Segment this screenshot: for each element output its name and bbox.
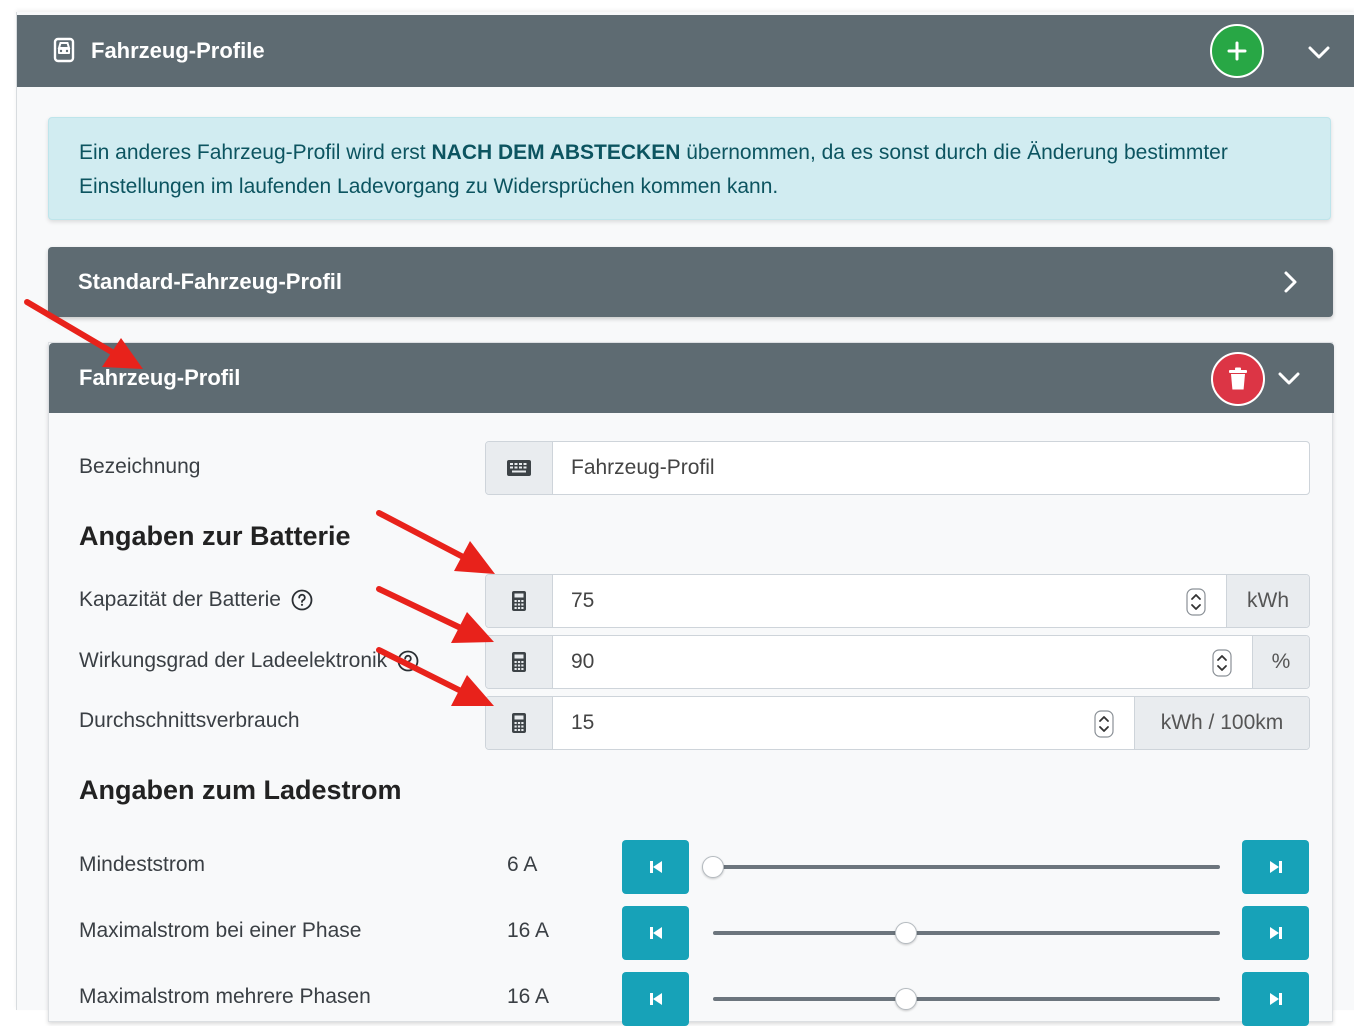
slider-value: 6 A: [507, 853, 538, 876]
slider-track[interactable]: [713, 931, 1220, 935]
step-backward-button[interactable]: [622, 906, 689, 960]
standard-profile-header[interactable]: Standard-Fahrzeug-Profil: [48, 247, 1333, 317]
keyboard-icon: [486, 442, 553, 494]
profile-change-alert: Ein anderes Fahrzeug-Profil wird erst NA…: [48, 117, 1331, 220]
capacity-unit: kWh: [1226, 575, 1309, 627]
calculator-icon: [486, 697, 553, 749]
vehicle-profiles-title: Fahrzeug-Profile: [91, 38, 265, 63]
name-input-group: Fahrzeug-Profil: [485, 441, 1310, 495]
help-icon[interactable]: [397, 650, 419, 672]
slider-value: 16 A: [507, 919, 550, 942]
efficiency-value: 90: [571, 650, 595, 673]
efficiency-label: Wirkungsgrad der Ladeelektronik: [79, 649, 419, 673]
efficiency-input-group: 90 %: [485, 635, 1310, 689]
step-forward-button[interactable]: [1242, 972, 1309, 1026]
chevron-down-icon[interactable]: [1305, 38, 1333, 66]
car-icon: [53, 37, 75, 63]
step-backward-icon: [649, 927, 662, 939]
step-backward-icon: [649, 861, 662, 873]
step-backward-icon: [649, 993, 662, 1005]
capacity-input-group: 75 kWh: [485, 574, 1310, 628]
step-forward-button[interactable]: [1242, 840, 1309, 894]
vehicle-profile-title: Fahrzeug-Profil: [79, 365, 241, 390]
calculator-icon: [486, 636, 553, 688]
step-forward-icon: [1269, 927, 1282, 939]
vehicle-profiles-panel: Fahrzeug-Profile Ein anderes Fahrzeug-Pr…: [16, 12, 1354, 1026]
spinner-icon[interactable]: [1186, 588, 1206, 616]
consumption-input-group: 15 kWh / 100km: [485, 696, 1310, 750]
name-label: Bezeichnung: [79, 455, 201, 478]
capacity-value: 75: [571, 589, 595, 612]
battery-section-heading: Angaben zur Batterie: [79, 521, 351, 551]
delete-profile-button[interactable]: [1211, 352, 1265, 406]
consumption-label: Durchschnittsverbrauch: [79, 709, 300, 732]
plus-icon: [1227, 41, 1247, 61]
chevron-down-icon[interactable]: [1275, 364, 1303, 392]
spinner-icon[interactable]: [1094, 710, 1114, 738]
alert-text-bold: NACH DEM ABSTECKEN: [431, 141, 681, 164]
slider-thumb[interactable]: [894, 988, 917, 1010]
vehicle-profile-card: Fahrzeug-Profil Bezeichnung Fahrzeug-Pro…: [48, 342, 1334, 1026]
capacity-label-text: Kapazität der Batterie: [79, 588, 281, 611]
vehicle-profiles-header[interactable]: Fahrzeug-Profile: [17, 15, 1354, 87]
consumption-input[interactable]: 15: [553, 697, 1134, 749]
trash-icon: [1229, 367, 1247, 390]
step-forward-icon: [1269, 861, 1282, 873]
capacity-label: Kapazität der Batterie: [79, 588, 313, 612]
step-backward-button[interactable]: [622, 840, 689, 894]
slider-value: 16 A: [507, 985, 550, 1008]
slider-thumb[interactable]: [894, 922, 917, 944]
efficiency-unit: %: [1252, 636, 1309, 688]
slider-label: Maximalstrom mehrere Phasen: [79, 985, 371, 1008]
consumption-value: 15: [571, 711, 595, 734]
slider-track[interactable]: [713, 865, 1220, 869]
chevron-right-icon[interactable]: [1276, 268, 1304, 296]
vehicle-profile-header[interactable]: Fahrzeug-Profil: [49, 343, 1334, 413]
help-icon[interactable]: [291, 589, 313, 611]
efficiency-label-text: Wirkungsgrad der Ladeelektronik: [79, 649, 388, 672]
slider-label: Maximalstrom bei einer Phase: [79, 919, 362, 942]
step-backward-button[interactable]: [622, 972, 689, 1026]
spinner-icon[interactable]: [1212, 649, 1232, 677]
standard-profile-title: Standard-Fahrzeug-Profil: [78, 269, 343, 294]
consumption-unit: kWh / 100km: [1134, 697, 1309, 749]
step-forward-button[interactable]: [1242, 906, 1309, 960]
step-forward-icon: [1269, 993, 1282, 1005]
slider-track[interactable]: [713, 997, 1220, 1001]
current-section-heading: Angaben zum Ladestrom: [79, 775, 402, 805]
slider-thumb[interactable]: [702, 856, 724, 878]
capacity-input[interactable]: 75: [553, 575, 1226, 627]
efficiency-input[interactable]: 90: [553, 636, 1252, 688]
slider-label: Mindeststrom: [79, 853, 206, 876]
alert-text-before: Ein anderes Fahrzeug-Profil wird erst: [79, 141, 432, 164]
calculator-icon: [486, 575, 553, 627]
name-input[interactable]: Fahrzeug-Profil: [553, 442, 1309, 494]
add-profile-button[interactable]: [1210, 24, 1264, 78]
